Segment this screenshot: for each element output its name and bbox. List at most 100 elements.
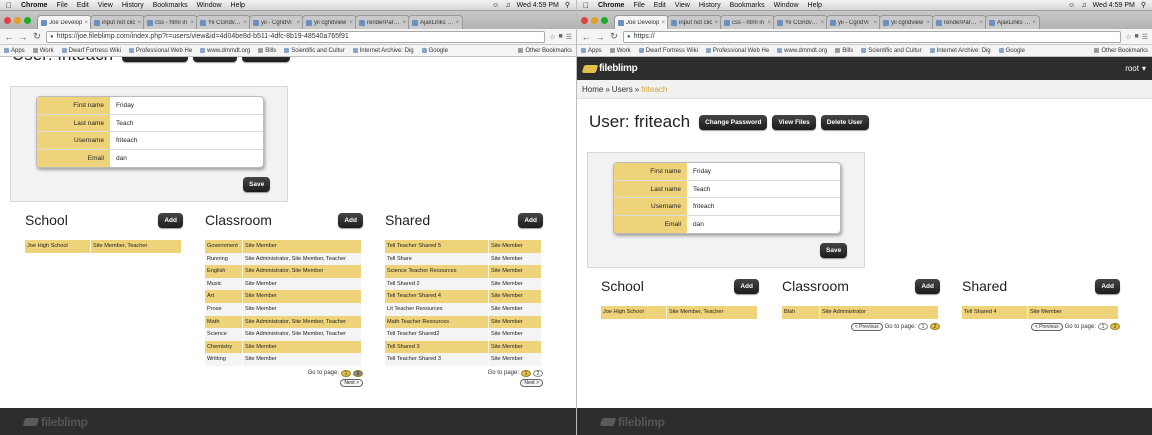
table-row[interactable]: Math Site Administrator, Site Member, Tea…	[205, 315, 361, 329]
delete-user-button[interactable]: Delete User	[820, 114, 869, 130]
close-tab-icon[interactable]: ×	[767, 20, 771, 26]
table-row[interactable]: Music Site Member	[205, 277, 361, 291]
other-bookmarks[interactable]: Other Bookmarks	[1094, 48, 1148, 54]
table-row[interactable]: Lit Teacher Resources Site Member	[385, 302, 541, 316]
next-page-button[interactable]: Next >	[340, 378, 363, 387]
page-link[interactable]: 2	[1110, 323, 1120, 331]
table-row[interactable]: English Site Administrator, Site Member	[205, 265, 361, 278]
minimize-window-icon[interactable]	[591, 17, 598, 24]
bookmark-item[interactable]: Professional Web He	[705, 48, 769, 54]
change-password-button[interactable]: Change Password	[699, 114, 768, 130]
close-tab-icon[interactable]: ×	[84, 20, 88, 26]
bookmark-item[interactable]: Scientific and Cultur	[284, 48, 345, 54]
bookmark-item[interactable]: Dwarf Fortress Wiki	[61, 48, 121, 54]
table-row[interactable]: Tell Teacher Shared2 Site Member	[385, 328, 541, 341]
table-row[interactable]: Joe High School Site Member, Teacher	[25, 240, 181, 253]
clock[interactable]: Wed 4:59 PM	[517, 2, 559, 9]
menu-history[interactable]: History	[699, 2, 721, 9]
back-icon[interactable]: ←	[581, 32, 591, 42]
menu-chrome[interactable]: Chrome	[598, 2, 624, 9]
table-row[interactable]: Tell Teacher Shared 3 Site Member	[385, 353, 541, 366]
close-window-icon[interactable]	[4, 17, 11, 24]
browser-tab[interactable]: AjaxLinks wit ×	[985, 15, 1040, 29]
add-school-button[interactable]: Add	[734, 278, 759, 294]
breadcrumb-home[interactable]: Home	[582, 85, 603, 94]
page-link[interactable]: 1	[918, 323, 928, 331]
user-menu[interactable]: root ▾	[1125, 64, 1146, 73]
reload-icon[interactable]: ↻	[609, 31, 619, 42]
page-link[interactable]: 2	[533, 369, 543, 377]
bookmark-item[interactable]: Bills	[258, 48, 276, 54]
bookmark-item[interactable]: Professional Web He	[128, 48, 192, 54]
close-tab-icon[interactable]: ×	[455, 20, 459, 26]
next-page-button[interactable]: Next >	[520, 378, 543, 387]
browser-tab[interactable]: input not clic ×	[90, 15, 145, 29]
bookmark-item[interactable]: Google	[998, 48, 1025, 54]
table-row[interactable]: Tell Shared 2 Site Member	[385, 277, 541, 291]
browser-tab[interactable]: AjaxLinks wit ×	[408, 15, 463, 29]
table-row[interactable]: Chemistry Site Member	[205, 340, 361, 354]
wifi-icon[interactable]: ☺	[492, 2, 499, 9]
address-bar[interactable]: ● https://joe.fileblimp.com/index.php?r=…	[46, 30, 546, 43]
page-link[interactable]: 1	[521, 369, 531, 377]
volume-icon[interactable]: ♫	[1081, 2, 1086, 9]
bookmark-item[interactable]: Apps	[581, 48, 602, 54]
table-row[interactable]: Writting Site Member	[205, 353, 361, 366]
browser-tab[interactable]: css - html in ×	[720, 15, 775, 29]
back-icon[interactable]: ←	[4, 32, 14, 42]
browser-tab[interactable]: Joe Develop ×	[37, 15, 92, 29]
bookmark-item[interactable]: Scientific and Cultur	[861, 48, 922, 54]
close-tab-icon[interactable]: ×	[661, 20, 665, 26]
search-icon[interactable]: ⚲	[1141, 1, 1146, 9]
menu-edit[interactable]: Edit	[654, 2, 666, 9]
table-row[interactable]: Tell Shared 3 Site Member	[385, 340, 541, 354]
table-row[interactable]: Tell Teacher Shared 4 Site Member	[385, 290, 541, 303]
other-bookmarks[interactable]: Other Bookmarks	[518, 48, 572, 54]
bookmark-item[interactable]: Google	[421, 48, 448, 54]
table-row[interactable]: Government Site Member	[205, 240, 361, 253]
view-files-button[interactable]: View Files	[772, 114, 816, 130]
table-row[interactable]: Tell Shared 4 Site Member	[962, 306, 1118, 319]
bookmark-item[interactable]: Work	[32, 48, 54, 54]
add-school-button[interactable]: Add	[158, 212, 183, 228]
add-shared-button[interactable]: Add	[518, 212, 543, 228]
close-tab-icon[interactable]: ×	[402, 20, 406, 26]
browser-tab[interactable]: renderPartial ×	[355, 15, 410, 29]
close-tab-icon[interactable]: ×	[714, 20, 718, 26]
add-shared-button[interactable]: Add	[1095, 278, 1120, 294]
browser-tab[interactable]: css - html in ×	[143, 15, 198, 29]
save-button[interactable]: Save	[243, 177, 271, 192]
breadcrumb-users[interactable]: Users	[612, 85, 633, 94]
apple-menu-icon[interactable]: 	[6, 1, 12, 10]
reload-icon[interactable]: ↻	[32, 31, 42, 42]
view-files-button[interactable]	[193, 57, 238, 62]
menu-help[interactable]: Help	[231, 2, 245, 9]
close-tab-icon[interactable]: ×	[820, 20, 824, 26]
menu-icon[interactable]: ☰	[1142, 33, 1148, 41]
menu-file[interactable]: File	[56, 2, 67, 9]
menu-view[interactable]: View	[675, 2, 690, 9]
page-link[interactable]: 1	[1098, 323, 1108, 331]
bookmark-item[interactable]: Internet Archive: Dig	[352, 48, 414, 54]
close-tab-icon[interactable]: ×	[296, 20, 300, 26]
bookmark-item[interactable]: www.dmmdt.org	[200, 48, 250, 54]
table-row[interactable]: Prose Site Member	[205, 302, 361, 316]
bookmark-item[interactable]: Internet Archive: Dig	[929, 48, 991, 54]
table-row[interactable]: Joe High School Site Member, Teacher	[601, 306, 757, 319]
close-tab-icon[interactable]: ×	[979, 20, 983, 26]
extension-icon[interactable]: ■	[1134, 33, 1138, 41]
browser-tab[interactable]: renderPartial ×	[932, 15, 987, 29]
menu-file[interactable]: File	[633, 2, 644, 9]
bookmark-item[interactable]: Dwarf Fortress Wiki	[638, 48, 698, 54]
minimize-window-icon[interactable]	[14, 17, 21, 24]
table-row[interactable]: Blah Site Administrator	[782, 306, 938, 319]
bookmark-item[interactable]: Bills	[835, 48, 853, 54]
browser-tab[interactable]: Yii CGridview ×	[196, 15, 251, 29]
save-button[interactable]: Save	[820, 243, 848, 258]
close-tab-icon[interactable]: ×	[243, 20, 247, 26]
menu-icon[interactable]: ☰	[566, 33, 572, 41]
page-link[interactable]: 2	[930, 323, 940, 331]
close-tab-icon[interactable]: ×	[873, 20, 877, 26]
page-link[interactable]: 2	[353, 369, 363, 377]
page-link[interactable]: 1	[341, 369, 351, 377]
